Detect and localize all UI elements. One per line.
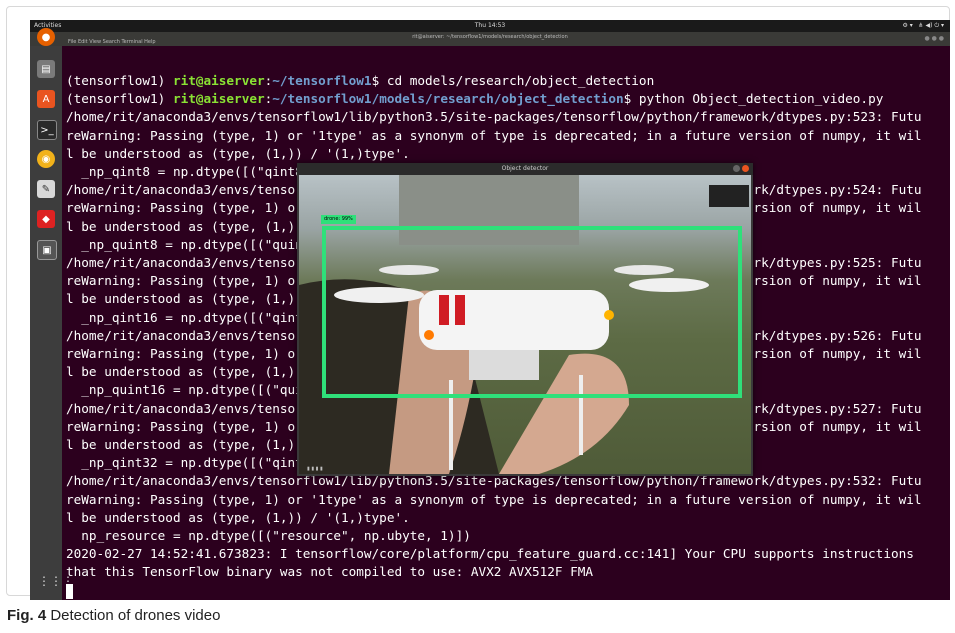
terminal-line: 2020-02-27 14:52:41.673823: I tensorflow… [66,546,914,562]
app-icon[interactable]: ◆ [37,210,55,228]
detector-window-title[interactable]: Object detector [297,163,753,175]
desktop-screen: Activities Thu 14:53 ⚙ ▾ ⋔ ◀) ⏻ ▾ rit@ai… [30,20,950,600]
terminal-line: reWarning: Passing (type, 1) or '1type' … [66,491,922,507]
terminal-line: np_resource = np.dtype([("resource", np.… [81,528,471,544]
clock[interactable]: Thu 14:53 [30,20,950,32]
prompt-path: ~/tensorflow1 [272,73,372,88]
close-button[interactable] [742,165,749,172]
terminal-line: that this TensorFlow binary was not comp… [66,564,594,580]
top-bar: Activities Thu 14:53 ⚙ ▾ ⋔ ◀) ⏻ ▾ [30,20,950,32]
terminal-title: rit@aiserver: ~/tensorflow1/models/resea… [412,34,568,40]
files-icon[interactable]: ▤ [37,60,55,78]
caption-text: Detection of drones video [46,607,221,624]
figure-frame: Activities Thu 14:53 ⚙ ▾ ⋔ ◀) ⏻ ▾ rit@ai… [6,6,950,600]
window-controls[interactable]: ● ● ● [924,35,944,42]
prompt-user: rit@aiserver [172,73,265,88]
minimize-button[interactable] [733,165,740,172]
bounding-box [322,226,742,398]
software-icon[interactable]: A [37,90,55,108]
prompt-path: ~/tensorflow1/models/research/object_det… [272,91,624,107]
prompt-env: (tensorflow1) [66,91,173,107]
command-text: $ cd models/research/object_detection [371,73,655,88]
terminal-line: /home/rit/anaconda3/envs/tensorflow1/lib… [66,109,922,125]
chrome-icon[interactable]: ◉ [37,150,55,168]
prompt-env: (tensorflow1) [66,73,173,88]
terminal-icon[interactable]: >_ [37,120,57,140]
system-tray-icons[interactable]: ⚙ ▾ ⋔ ◀) ⏻ ▾ [903,20,944,32]
object-detector-window[interactable]: Object detector drone: 99% ▮ ▮ ▮ ▮ [297,163,753,476]
terminal-titlebar: rit@aiserver: ~/tensorflow1/models/resea… [30,32,950,46]
detector-statusbar: ▮ ▮ ▮ ▮ [307,466,323,472]
figure-number: Fig. 4 [7,607,47,624]
command-text: $ python Object_detection_video.py [623,91,884,107]
detection-video-frame: drone: 99% ▮ ▮ ▮ ▮ [299,175,751,474]
terminal-menu-bar[interactable]: File Edit View Search Terminal Help [68,39,156,45]
terminal-line: l be understood as (type, (1,)) / '(1,)t… [66,509,410,525]
text-editor-icon[interactable]: ✎ [37,180,55,198]
terminal-cursor[interactable] [66,583,73,599]
firefox-icon[interactable]: ● [37,28,55,46]
terminal-line: l be understood as (type, (1,)) / '(1,)t… [66,145,410,161]
prompt-user: rit@aiserver [172,91,265,107]
window-icon[interactable]: ▣ [37,240,57,260]
dock: ● ▤ A >_ ◉ ✎ ◆ ▣ ⋮⋮⋮ [30,28,74,600]
detection-label: drone: 99% [321,215,356,224]
figure-caption: Fig. 4 Detection of drones video [7,607,220,624]
terminal-line: reWarning: Passing (type, 1) or '1type' … [66,127,922,143]
